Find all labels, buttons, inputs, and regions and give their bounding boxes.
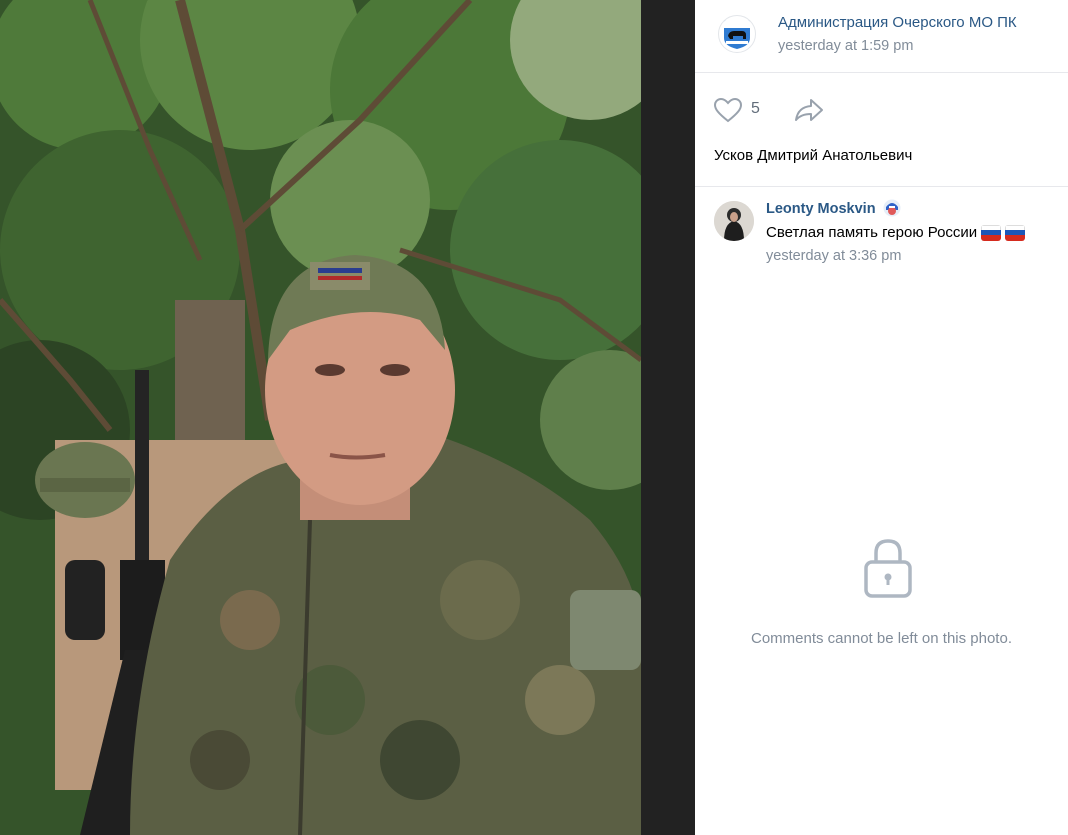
heart-icon[interactable] — [713, 97, 743, 123]
russia-flag-icon — [1005, 224, 1026, 241]
avatar-image — [714, 201, 754, 241]
photo-sidebar: Администрация Очерского МО ПК yesterday … — [695, 0, 1068, 835]
verified-badge-icon — [883, 199, 901, 217]
commenter-name[interactable]: Leonty Moskvin — [766, 201, 876, 217]
soldier-selfie-photo — [0, 0, 641, 835]
commenter-avatar[interactable] — [714, 201, 754, 241]
lock-icon — [864, 539, 912, 598]
viewer-gap — [641, 0, 695, 835]
like-count[interactable]: 5 — [751, 100, 760, 118]
photo-viewer: Администрация Очерского МО ПК yesterday … — [0, 0, 1068, 835]
owner-avatar[interactable] — [718, 15, 756, 53]
post-header: Администрация Очерского МО ПК yesterday … — [695, 0, 1068, 73]
russia-flag-icon — [981, 224, 1002, 241]
comment: Leonty Moskvin Светлая память герою Росс… — [714, 199, 1064, 269]
photo[interactable] — [0, 0, 641, 835]
comment-text-content: Светлая память герою России — [766, 224, 978, 241]
owner-name[interactable]: Администрация Очерского МО ПК — [778, 14, 1017, 31]
post-actions: 5 — [695, 73, 1068, 143]
comment-text: Светлая память герою России — [766, 224, 1026, 241]
photo-caption: Усков Дмитрий Анатольевич — [714, 147, 913, 164]
share-icon[interactable] — [793, 97, 825, 123]
bear-coat-of-arms-icon — [724, 20, 750, 49]
divider — [695, 186, 1068, 187]
post-timestamp[interactable]: yesterday at 1:59 pm — [778, 38, 913, 54]
comment-timestamp[interactable]: yesterday at 3:36 pm — [766, 248, 901, 264]
comments-locked-message: Comments cannot be left on this photo. — [751, 630, 1012, 647]
